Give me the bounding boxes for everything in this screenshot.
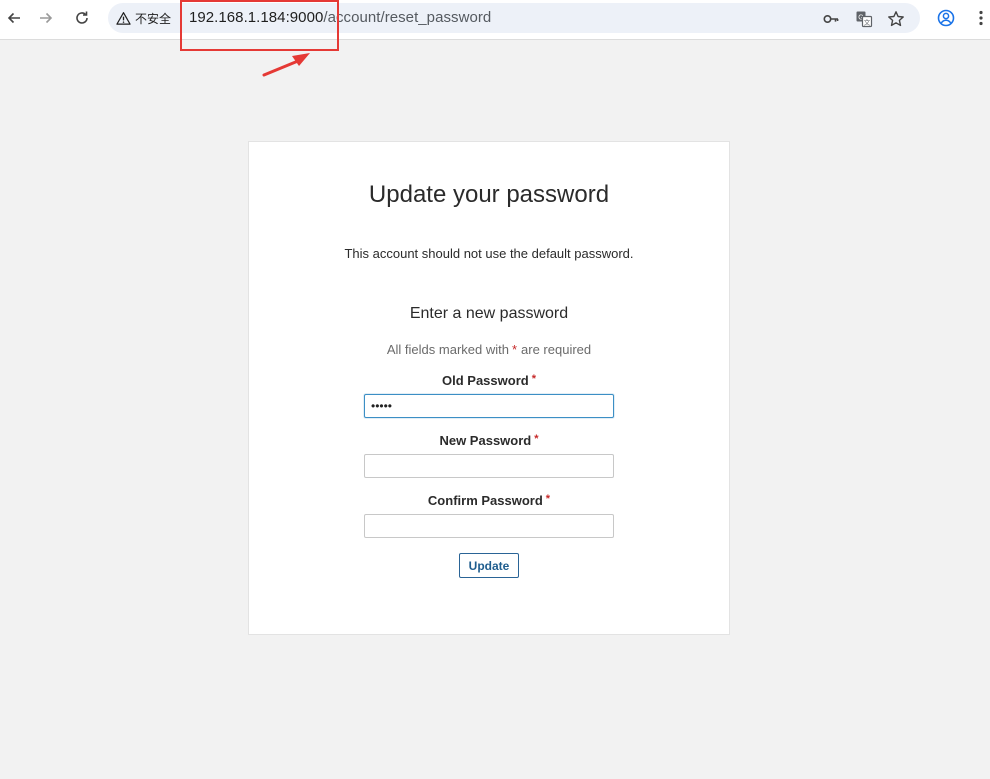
security-label: 不安全 [135,11,172,26]
confirm-password-label-text: Confirm Password [427,493,543,508]
reload-button[interactable] [68,6,96,30]
new-password-input[interactable] [364,454,614,478]
browser-toolbar: 不安全 192.168.1.184:9000/account/reset_pas… [0,0,990,40]
required-note-suffix: are required [521,342,592,357]
required-note-prefix: All fields marked with [386,342,509,357]
arrow-right-icon [40,12,53,24]
old-password-input[interactable] [364,394,614,418]
old-password-label: Old Password * [249,373,729,388]
new-password-label: New Password * [249,433,729,448]
url-path: /account/reset_password [323,9,492,26]
annotation-highlight-box [180,0,339,51]
security-indicator[interactable]: 不安全 [116,9,171,27]
forward-button[interactable] [32,6,60,30]
reset-password-card: Update your password This account should… [248,141,730,635]
page-subtitle: This account should not use the default … [344,246,634,261]
key-icon [823,15,839,24]
required-fields-note: All fields marked with * are required [249,342,729,357]
browser-menu-button[interactable] [969,6,990,30]
required-star: * [511,342,518,357]
confirm-password-label: Confirm Password * [249,493,729,508]
reload-icon [76,11,88,24]
translate-icon: G文 [856,11,873,28]
old-password-label-text: Old Password [442,373,529,388]
new-password-label-text: New Password [439,433,532,448]
warning-triangle-icon [116,11,131,25]
section-title: Enter a new password [409,305,569,322]
required-star: * [534,433,539,445]
update-button[interactable]: Update [459,553,519,578]
translate-button[interactable]: G文 [854,9,874,29]
confirm-password-input[interactable] [364,514,614,538]
annotation-arrow-icon [262,53,310,77]
bookmark-button[interactable] [886,9,906,29]
required-star: * [545,493,551,505]
back-button[interactable] [0,6,28,30]
profile-icon [937,9,955,27]
page-title: Update your password [368,181,610,208]
svg-text:文: 文 [864,17,871,26]
required-star: * [531,373,536,385]
arrow-left-icon [7,12,20,24]
profile-button[interactable] [934,6,958,30]
password-manager-button[interactable] [821,9,841,29]
kebab-menu-icon [979,10,983,26]
star-icon [888,11,904,27]
